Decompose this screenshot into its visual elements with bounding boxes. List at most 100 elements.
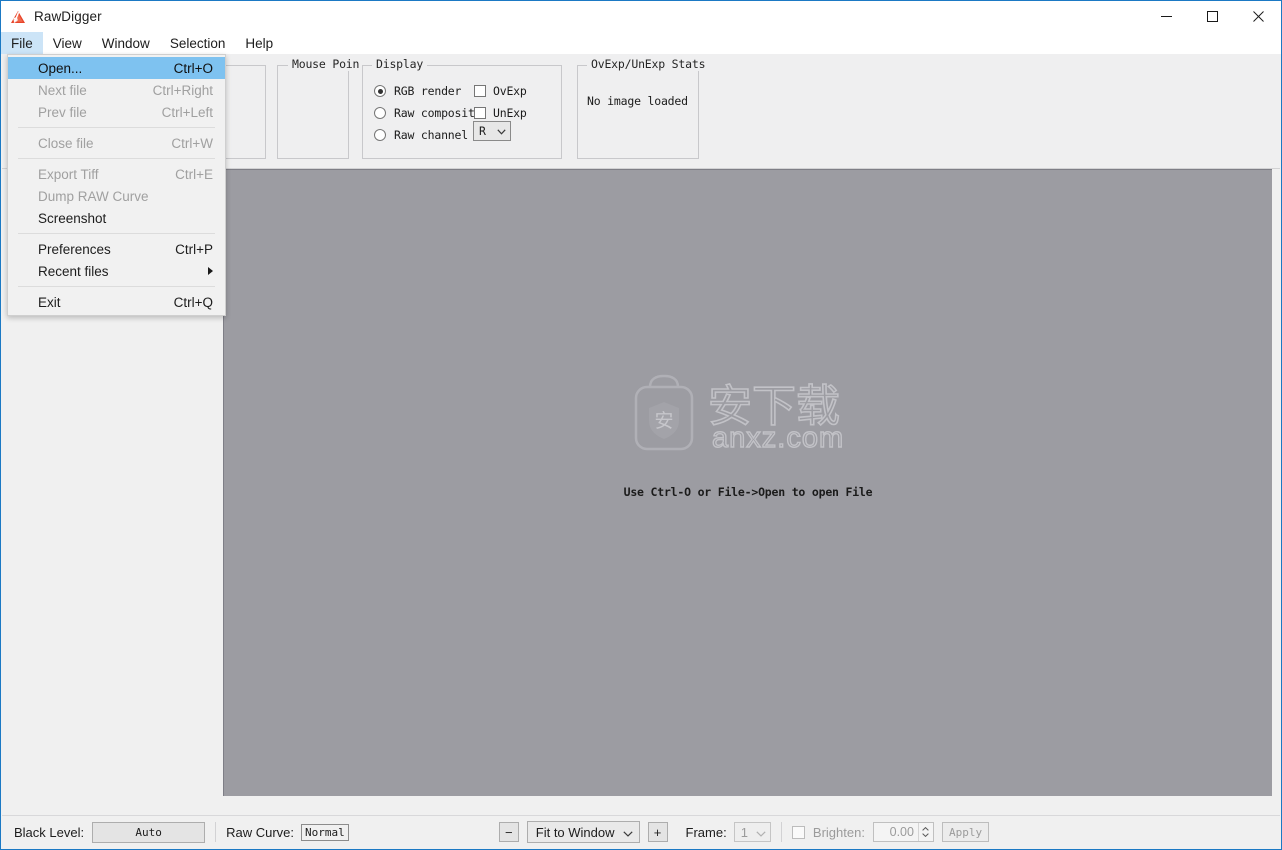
menu-item-close-file-accel: Ctrl+W xyxy=(171,135,213,151)
black-level-label: Black Level: xyxy=(14,824,85,840)
radio-button-icon xyxy=(374,85,386,97)
black-level-button[interactable]: Auto xyxy=(92,821,206,843)
raw-channel-select[interactable]: R xyxy=(473,121,511,141)
submenu-arrow-icon xyxy=(208,267,213,275)
menu-item-next-file[interactable]: Next file Ctrl+Right xyxy=(8,79,225,101)
radio-raw-composite-label: Raw composite xyxy=(394,106,482,120)
status-bar: Black Level: Auto Raw Curve: Normal − Fi… xyxy=(2,815,1280,848)
close-icon[interactable] xyxy=(1235,1,1281,32)
menu-item-screenshot-label: Screenshot xyxy=(38,210,107,226)
raw-curve-label: Raw Curve: xyxy=(226,824,295,840)
menu-item-exit-accel: Ctrl+Q xyxy=(173,294,213,310)
title-bar: RawDigger xyxy=(1,1,1281,32)
canvas-hint-text: Use Ctrl-O or File->Open to open File xyxy=(623,485,873,499)
menu-separator xyxy=(18,233,215,234)
menu-file[interactable]: File xyxy=(1,32,43,54)
rawdigger-triangle-icon xyxy=(10,9,26,25)
file-menu-dropdown: Open... Ctrl+O Next file Ctrl+Right Prev… xyxy=(7,54,226,316)
menu-separator xyxy=(18,286,215,287)
menu-item-preferences[interactable]: Preferences Ctrl+P xyxy=(8,238,225,260)
frame-select-value: 1 xyxy=(740,824,748,840)
menu-item-prev-file-label: Prev file xyxy=(38,104,87,120)
chevron-down-icon xyxy=(622,825,633,840)
checkbox-icon xyxy=(474,85,486,97)
zoom-level-select[interactable]: Fit to Window xyxy=(526,821,640,843)
stepper-arrows-icon[interactable] xyxy=(917,823,933,841)
menu-item-export-tiff[interactable]: Export Tiff Ctrl+E xyxy=(8,163,225,185)
display-panel: Display RGB render Raw composite Raw cha… xyxy=(362,57,562,159)
mouse-point-legend: Mouse Poin xyxy=(288,57,364,71)
menu-bar: File View Window Selection Help xyxy=(1,32,1281,54)
window-controls xyxy=(1143,1,1281,32)
menu-item-next-file-label: Next file xyxy=(38,82,87,98)
menu-item-exit-label: Exit xyxy=(38,294,61,310)
radio-rgb-render[interactable]: RGB render xyxy=(374,84,461,98)
menu-item-open[interactable]: Open... Ctrl+O xyxy=(8,57,225,79)
menu-item-recent-files-label: Recent files xyxy=(38,263,109,279)
menu-item-open-accel: Ctrl+O xyxy=(173,60,213,76)
menu-item-recent-files[interactable]: Recent files xyxy=(8,260,225,282)
menu-item-close-file-label: Close file xyxy=(38,135,94,151)
canvas-placeholder: 安 安下载 anxz.com Use Ctrl-O or File->Open … xyxy=(224,371,1272,499)
watermark-text: 安下载 anxz.com xyxy=(708,380,844,455)
menu-help[interactable]: Help xyxy=(235,32,283,54)
menu-item-export-tiff-accel: Ctrl+E xyxy=(175,166,213,182)
checkbox-ovexp-label: OvExp xyxy=(493,84,527,98)
checkbox-icon xyxy=(474,107,486,119)
menu-item-preferences-label: Preferences xyxy=(38,241,111,257)
status-divider xyxy=(215,822,217,842)
menu-item-next-file-accel: Ctrl+Right xyxy=(152,82,213,98)
menu-separator xyxy=(18,127,215,128)
frame-label: Frame: xyxy=(685,824,727,840)
image-canvas[interactable]: 安 安下载 anxz.com Use Ctrl-O or File->Open … xyxy=(223,169,1272,796)
radio-raw-composite[interactable]: Raw composite xyxy=(374,106,482,120)
window-title: RawDigger xyxy=(34,9,102,24)
menu-item-prev-file-accel: Ctrl+Left xyxy=(161,104,213,120)
menu-item-prev-file[interactable]: Prev file Ctrl+Left xyxy=(8,101,225,123)
application-window: RawDigger File View Window Selection Hel… xyxy=(0,0,1282,850)
watermark-logo: 安 安下载 anxz.com xyxy=(628,371,868,459)
menu-selection[interactable]: Selection xyxy=(160,32,236,54)
chevron-down-icon xyxy=(497,122,506,140)
stats-text: No image loaded xyxy=(587,94,688,108)
menu-item-dump-raw-curve[interactable]: Dump RAW Curve xyxy=(8,185,225,207)
brighten-stepper[interactable]: 0.00 xyxy=(872,822,934,842)
right-gutter xyxy=(1271,169,1280,796)
ovexp-unexp-stats-panel: OvExp/UnExp Stats No image loaded xyxy=(577,57,710,159)
menu-window[interactable]: Window xyxy=(92,32,160,54)
radio-button-icon xyxy=(374,129,386,141)
checkbox-unexp-label: UnExp xyxy=(493,106,527,120)
radio-rgb-render-label: RGB render xyxy=(394,84,462,98)
zoom-out-button[interactable]: − xyxy=(498,822,519,842)
zoom-level-value: Fit to Window xyxy=(535,824,615,840)
menu-view[interactable]: View xyxy=(43,32,92,54)
stats-legend: OvExp/UnExp Stats xyxy=(587,57,710,71)
checkbox-ovexp[interactable]: OvExp xyxy=(474,84,527,98)
menu-item-open-label: Open... xyxy=(38,60,83,76)
chevron-down-icon xyxy=(756,825,766,840)
radio-raw-channel[interactable]: Raw channel xyxy=(374,128,468,142)
checkbox-unexp[interactable]: UnExp xyxy=(474,106,527,120)
apply-button[interactable]: Apply xyxy=(941,822,990,842)
menu-item-close-file[interactable]: Close file Ctrl+W xyxy=(8,132,225,154)
watermark-badge-icon: 安 xyxy=(634,374,694,451)
brighten-checkbox[interactable] xyxy=(791,825,805,839)
maximize-icon[interactable] xyxy=(1189,1,1235,32)
menu-item-exit[interactable]: Exit Ctrl+Q xyxy=(8,291,225,313)
radio-button-icon xyxy=(374,107,386,119)
display-legend: Display xyxy=(372,57,428,71)
zoom-in-button[interactable]: + xyxy=(647,822,668,842)
menu-item-preferences-accel: Ctrl+P xyxy=(175,241,213,257)
brighten-label: Brighten: xyxy=(812,824,865,840)
minimize-icon[interactable] xyxy=(1143,1,1189,32)
menu-item-screenshot[interactable]: Screenshot xyxy=(8,207,225,229)
menu-separator xyxy=(18,158,215,159)
svg-text:anxz.com: anxz.com xyxy=(712,422,844,454)
frame-select[interactable]: 1 xyxy=(733,822,771,842)
raw-curve-value[interactable]: Normal xyxy=(301,823,349,841)
watermark-badge-glyph: 安 xyxy=(654,410,673,432)
status-divider xyxy=(780,822,782,842)
menu-item-export-tiff-label: Export Tiff xyxy=(38,166,99,182)
radio-raw-channel-label: Raw channel xyxy=(394,128,468,142)
mouse-point-panel: Mouse Poin xyxy=(277,57,364,159)
